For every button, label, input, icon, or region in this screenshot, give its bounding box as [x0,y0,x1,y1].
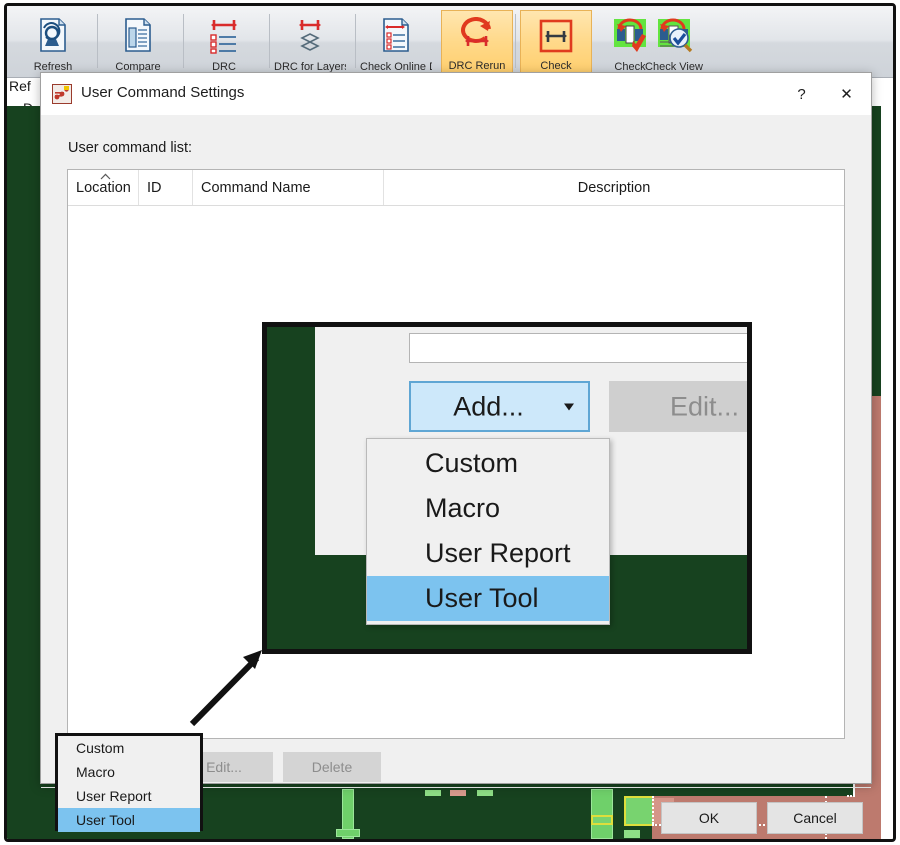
check-span-icon [539,19,573,53]
toolbar-button-check-view[interactable]: Check View [638,10,710,74]
menu-item-macro[interactable]: Macro [58,760,200,784]
toolbar-button-refresh[interactable]: Refresh [17,10,89,74]
column-header-description[interactable]: Description [384,170,844,205]
toolbar-button-drc-for-layers[interactable]: DRC for Layers [274,10,346,74]
callout-add-button[interactable]: Add... [409,381,590,432]
chevron-down-icon [564,403,574,410]
close-button[interactable]: ✕ [824,73,869,115]
column-label: Description [577,179,651,196]
column-header-id[interactable]: ID [139,170,193,205]
menu-item-label: User Report [76,788,152,804]
cancel-button[interactable]: Cancel [767,802,863,834]
toolbar-label: Check [540,60,572,72]
drc-rules-icon [210,20,237,54]
menu-item-label: Macro [76,764,115,780]
callout-edit-button[interactable]: Edit... [609,381,747,432]
callout-menu-item-user-tool[interactable]: User Tool [367,576,609,621]
pcb-outline-dash [847,795,855,797]
pcb-smd-pad [477,790,493,796]
menu-item-custom[interactable]: Custom [58,736,200,760]
help-button[interactable]: ? [779,73,824,115]
toolbar-button-compare[interactable]: Compare [102,10,174,74]
toolbar-label: DRC Rerun [448,60,506,72]
column-header-location[interactable]: Location [68,170,139,205]
menu-item-label: Custom [76,740,125,756]
callout-menu-item-custom[interactable]: Custom [367,441,609,486]
ok-button[interactable]: OK [661,802,757,834]
sort-ascending-icon [100,173,111,180]
cancel-button-label: Cancel [793,810,837,826]
drc-rerun-icon [461,17,491,46]
dialog-titlebar[interactable]: User Command Settings ? ✕ [41,73,871,115]
toolbar-separator [515,14,516,68]
menu-item-label: User Tool [76,812,135,828]
toolbar-button-check-online-drc[interactable]: Check Online DRC [360,10,432,74]
toolbar-separator [97,14,98,68]
add-dropdown-menu[interactable]: Custom Macro User Report User Tool [55,733,203,832]
column-label: Command Name [201,179,311,196]
column-label: Location [76,179,131,196]
pcb-pad [591,815,613,825]
pcb-outline-dash [652,796,654,824]
menu-item-label: User Tool [425,583,539,613]
outer-frame: Refresh Compare DRC DRC for Layers Check… [4,3,896,842]
toolbar-button-check-span[interactable]: Check [520,10,592,74]
check-view-icon [658,18,693,53]
menu-item-user-tool[interactable]: User Tool [58,808,200,832]
ok-button-label: OK [698,810,720,826]
user-command-icon [52,84,72,104]
delete-button-label: Delete [311,759,353,775]
callout-add-label: Add... [453,391,524,421]
column-header-command-name[interactable]: Command Name [193,170,384,205]
menu-item-label: Custom [425,448,519,478]
left-strip-line: Ref [9,78,31,94]
menu-item-label: Macro [425,493,501,523]
pcb-pad [336,829,360,837]
compare-document-icon [125,18,151,52]
callout-dropdown-menu[interactable]: Custom Macro User Report User Tool [366,438,610,625]
dialog-title: User Command Settings [81,84,245,101]
callout-menu-item-macro[interactable]: Macro [367,486,609,531]
pcb-component [624,796,654,826]
toolbar-separator [355,14,356,68]
refresh-design-icon [40,18,66,52]
toolbar-separator [269,14,270,68]
listview-header: Location ID Command Name Description [68,170,844,206]
pcb-smd-pad [624,830,640,838]
edit-button-label: Edit... [206,759,242,775]
column-label: ID [147,179,162,196]
magnified-callout: Add... Edit... Custom Macro User Report [262,322,752,654]
toolbar-button-drc-rerun[interactable]: DRC Rerun [441,10,513,74]
pcb-trace [591,789,613,839]
user-command-list-label: User command list: [68,140,193,156]
callout-listview-edge [409,333,747,363]
drc-layers-icon [299,20,321,51]
menu-item-user-report[interactable]: User Report [58,784,200,808]
toolbar-separator [183,14,184,68]
menu-item-label: User Report [425,538,571,568]
main-toolbar: Refresh Compare DRC DRC for Layers Check… [7,6,893,78]
toolbar-button-drc[interactable]: DRC [188,10,260,74]
pcb-smd-pad [450,790,466,796]
callout-green-edge [267,327,315,555]
callout-menu-item-user-report[interactable]: User Report [367,531,609,576]
delete-button[interactable]: Delete [283,752,381,782]
check-online-drc-icon [383,18,409,52]
screenshot-root: Refresh Compare DRC DRC for Layers Check… [0,0,900,845]
callout-edit-label: Edit... [669,391,740,421]
pcb-smd-pad [425,790,441,796]
